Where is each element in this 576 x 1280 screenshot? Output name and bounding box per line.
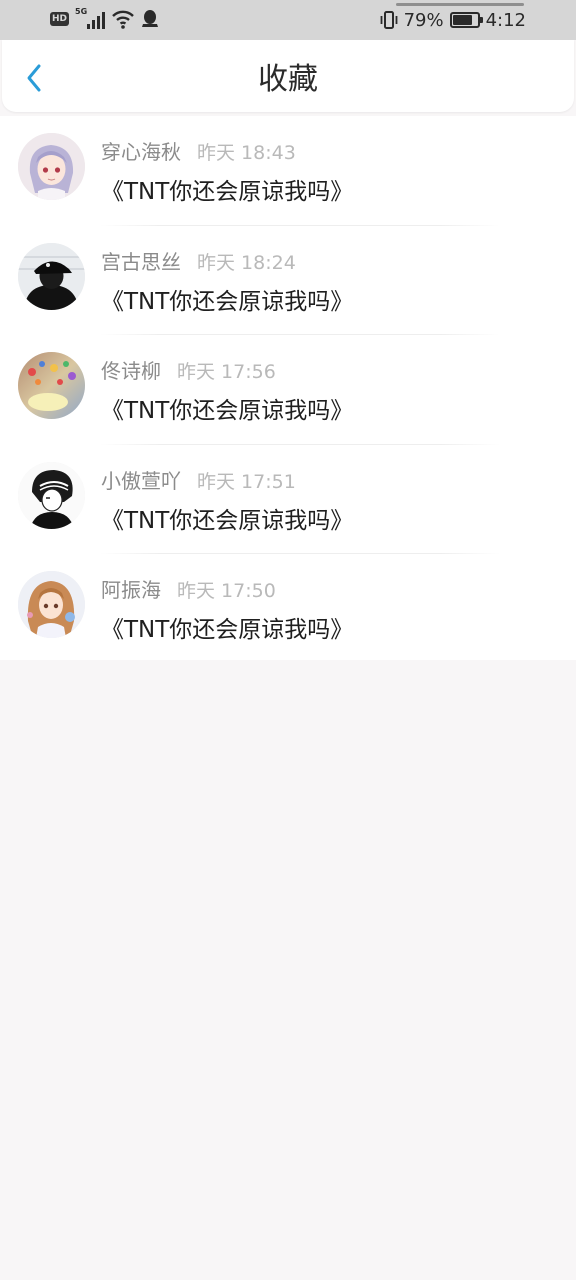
status-bar-right: 79% 4:12	[380, 8, 526, 32]
avatar[interactable]	[18, 242, 85, 310]
item-content: 《TNT你还会原谅我吗》	[101, 398, 354, 424]
list-item[interactable]: 宫古思丝 昨天 18:24 《TNT你还会原谅我吗》	[0, 226, 576, 335]
page-header: 收藏	[2, 40, 574, 112]
avatar[interactable]	[18, 133, 85, 200]
author-name: 阿振海	[101, 578, 161, 602]
item-meta: 小傲萱吖 昨天 17:51	[101, 465, 296, 494]
status-bar: HD 5G 79% 4:12	[0, 0, 576, 40]
timestamp: 昨天 17:51	[197, 470, 296, 493]
timestamp: 昨天 18:24	[197, 251, 296, 274]
author-name: 宫古思丝	[101, 249, 181, 274]
battery-icon	[449, 12, 483, 28]
battery-percent: 79%	[403, 9, 444, 31]
list-item[interactable]: 穿心海秋 昨天 18:43 《TNT你还会原谅我吗》	[0, 116, 576, 226]
item-meta: 宫古思丝 昨天 18:24	[101, 246, 296, 275]
item-meta: 穿心海秋 昨天 18:43	[101, 136, 296, 165]
page-title: 收藏	[258, 62, 318, 97]
avatar[interactable]	[18, 352, 85, 419]
network-type: 5G	[75, 7, 88, 16]
item-meta: 佟诗柳 昨天 17:56	[101, 355, 276, 384]
avatar[interactable]	[18, 571, 85, 638]
wifi-icon	[112, 10, 134, 29]
clock: 4:12	[485, 9, 526, 31]
favorites-list: 穿心海秋 昨天 18:43 《TNT你还会原谅我吗》 宫古思丝 昨天 18:24…	[0, 116, 576, 660]
vibrate-icon	[380, 11, 397, 29]
author-name: 佟诗柳	[101, 359, 161, 383]
signal-icon: 5G	[75, 7, 106, 29]
author-name: 穿心海秋	[101, 140, 181, 164]
item-meta: 阿振海 昨天 17:50	[101, 574, 276, 603]
timestamp: 昨天 18:43	[197, 142, 296, 164]
item-content: 《TNT你还会原谅我吗》	[101, 288, 354, 315]
avatar[interactable]	[18, 461, 85, 529]
timestamp: 昨天 17:50	[177, 580, 276, 602]
status-bar-left: HD 5G	[50, 7, 159, 30]
qq-icon	[142, 10, 159, 27]
status-bar-indicator	[396, 3, 524, 6]
author-name: 小傲萱吖	[101, 468, 181, 493]
item-content: 《TNT你还会原谅我吗》	[101, 179, 354, 205]
list-item[interactable]: 阿振海 昨天 17:50 《TNT你还会原谅我吗》	[0, 554, 576, 664]
item-content: 《TNT你还会原谅我吗》	[101, 617, 354, 643]
timestamp: 昨天 17:56	[177, 361, 276, 383]
hd-icon: HD	[50, 12, 70, 26]
list-item[interactable]: 佟诗柳 昨天 17:56 《TNT你还会原谅我吗》	[0, 335, 576, 445]
item-content: 《TNT你还会原谅我吗》	[101, 507, 354, 534]
list-item[interactable]: 小傲萱吖 昨天 17:51 《TNT你还会原谅我吗》	[0, 445, 576, 554]
